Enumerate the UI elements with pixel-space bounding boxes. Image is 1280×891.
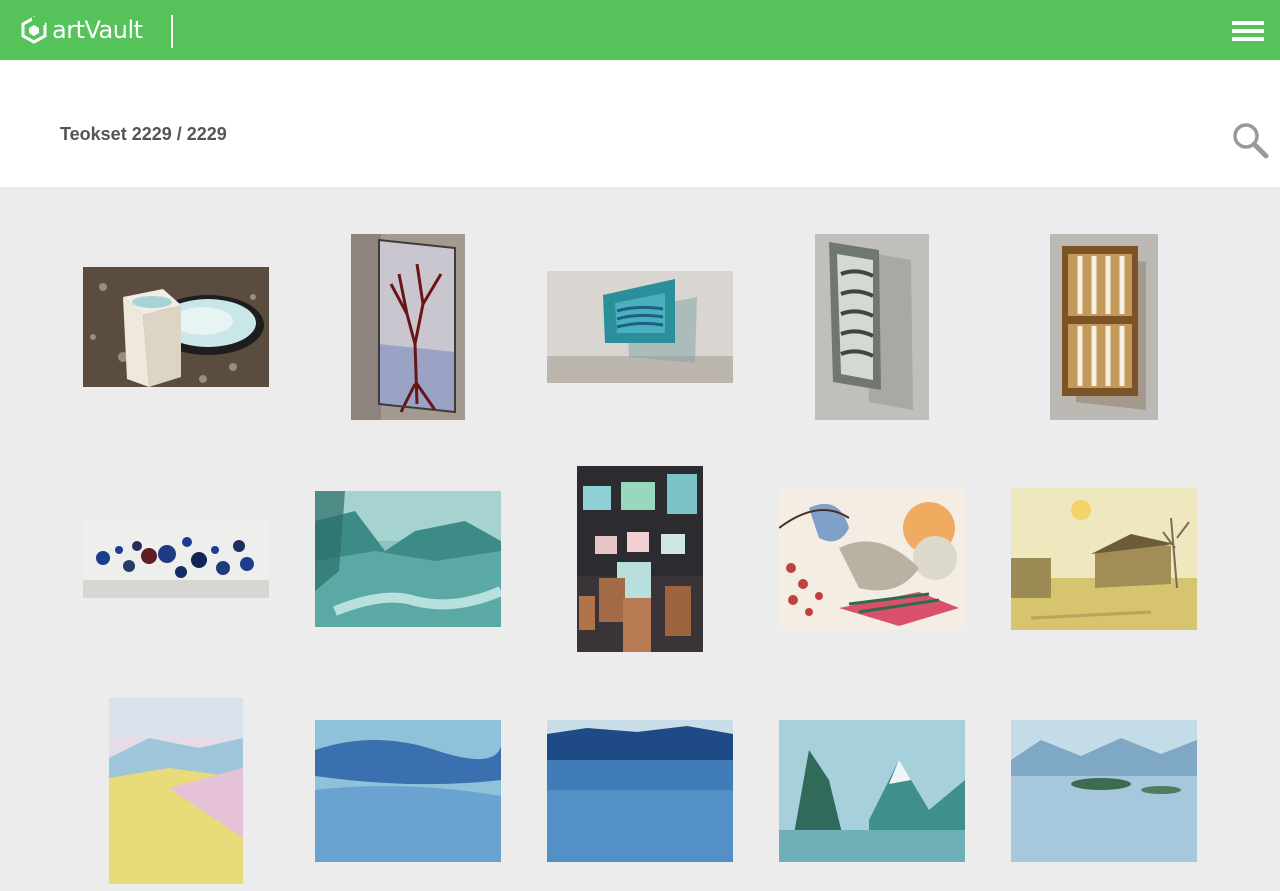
- artwork-thumbnail-mountain-landscape: [779, 720, 965, 862]
- search-button[interactable]: [1228, 118, 1272, 162]
- artwork-card[interactable]: [756, 459, 988, 659]
- artwork-thumbnail-blue-sky: [315, 720, 501, 862]
- artwork-thumbnail-bird-abstract: [779, 488, 965, 630]
- artwork-thumbnail-amber-panel: [1050, 234, 1158, 420]
- artwork-card[interactable]: [60, 459, 292, 659]
- results-header: Teokset 2229 / 2229: [0, 60, 1280, 187]
- artwork-card[interactable]: [988, 459, 1220, 659]
- artwork-card[interactable]: [988, 227, 1220, 427]
- artwork-thumbnail-grey-panel: [815, 234, 929, 420]
- app-name: artVault: [52, 16, 143, 44]
- logo-divider: [171, 15, 173, 48]
- artwork-thumbnail-misty-lake: [1011, 720, 1197, 862]
- artvault-logo-icon: [21, 16, 47, 44]
- artwork-thumbnail-pastel-landscape: [109, 698, 243, 884]
- artwork-thumbnail-stump-exhibition: [577, 466, 703, 652]
- artwork-card[interactable]: [524, 227, 756, 427]
- artwork-card[interactable]: [524, 459, 756, 659]
- artwork-card[interactable]: [292, 459, 524, 659]
- artwork-card[interactable]: [292, 691, 524, 891]
- artwork-card[interactable]: [756, 227, 988, 427]
- top-navigation-bar: artVault: [0, 0, 1280, 60]
- artwork-thumbnail-blue-lake: [547, 720, 733, 862]
- artwork-card[interactable]: [756, 691, 988, 891]
- hamburger-menu-icon: [1232, 21, 1264, 25]
- artwork-thumbnail-teal-frame: [547, 271, 733, 383]
- artwork-thumbnail-glass-plates: [83, 520, 269, 598]
- artvault-logo[interactable]: artVault: [20, 16, 143, 44]
- hamburger-menu-button[interactable]: [1232, 19, 1266, 43]
- artwork-card[interactable]: [60, 227, 292, 427]
- artwork-count: Teokset 2229 / 2229: [60, 124, 227, 144]
- artwork-card[interactable]: [988, 691, 1220, 891]
- artwork-thumbnail-teal-landscape: [315, 491, 501, 627]
- artwork-thumbnail-glass-bowl: [83, 267, 269, 387]
- artwork-thumbnail-tree-panel: [351, 234, 465, 420]
- artwork-card[interactable]: [524, 691, 756, 891]
- search-icon: [1233, 123, 1269, 159]
- artwork-card[interactable]: [292, 227, 524, 427]
- artwork-grid: [0, 187, 1280, 884]
- artwork-thumbnail-yellow-farmhouse: [1011, 488, 1197, 630]
- artwork-card[interactable]: [60, 691, 292, 891]
